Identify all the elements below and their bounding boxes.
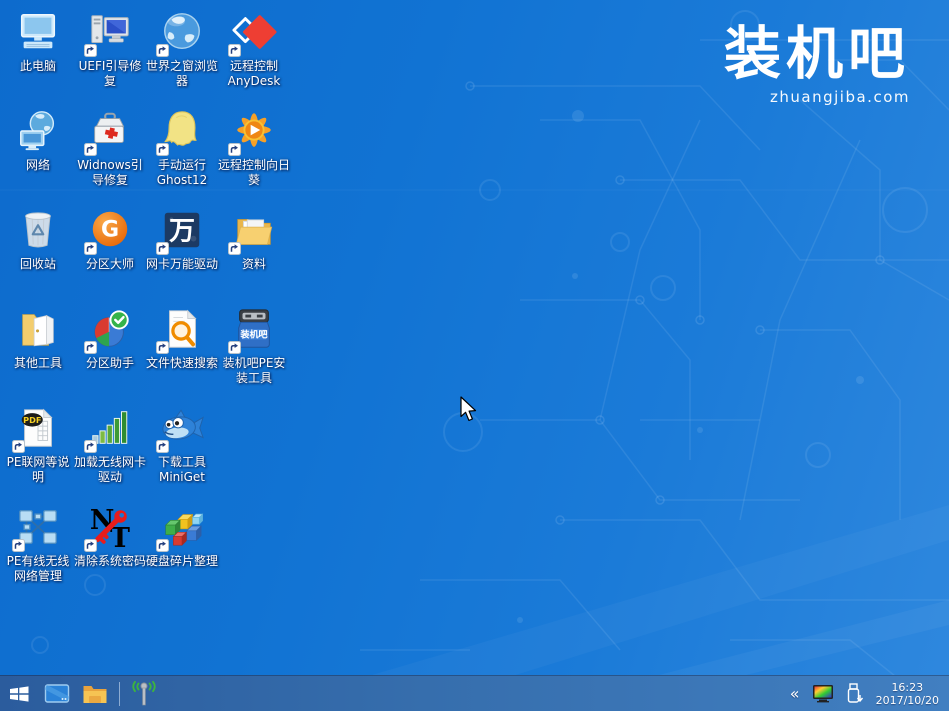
taskbar: « 16:23 2017/10/20	[0, 675, 949, 711]
other-tools-icon	[15, 306, 61, 352]
network-icon	[15, 108, 61, 154]
desktop-icon-zhuangjiba-pe-tool[interactable]: 装机吧 装机吧PE安装工具	[218, 303, 290, 402]
shortcut-arrow-icon	[156, 440, 169, 453]
desktop-icon-label: 手动运行Ghost12	[146, 158, 218, 188]
desktop-icon-label: UEFI引导修复	[74, 59, 146, 89]
desktop-icon-label: Widnows引导修复	[74, 158, 146, 188]
taskbar-clock[interactable]: 16:23 2017/10/20	[876, 681, 939, 707]
desktop-icon-label: 硬盘碎片整理	[146, 554, 218, 569]
svg-text:装机吧: 装机吧	[239, 329, 267, 341]
desktop-icon-network[interactable]: 网络	[2, 105, 74, 204]
shortcut-arrow-icon	[156, 539, 169, 552]
tray-overflow-chevron[interactable]: «	[790, 686, 800, 702]
clock-time: 16:23	[876, 681, 939, 694]
desktop-icon-wireless-nic-driver[interactable]: 加载无线网卡驱动	[74, 402, 146, 501]
folder-icon	[82, 683, 108, 705]
display-settings-icon[interactable]	[812, 684, 834, 703]
desktop-icon-label: 装机吧PE安装工具	[218, 356, 290, 386]
desktop-icon-label: 回收站	[20, 257, 56, 272]
desktop-icon-recycle-bin[interactable]: 回收站	[2, 204, 74, 303]
desktop-icon-world-window-browser[interactable]: 世界之窗浏览器	[146, 6, 218, 105]
file-explorer-button[interactable]	[76, 676, 114, 711]
svg-text:PDF: PDF	[23, 415, 41, 425]
antenna-signal-icon	[129, 681, 159, 707]
shortcut-arrow-icon	[84, 440, 97, 453]
desktop-icon-anydesk-remote[interactable]: 远程控制AnyDesk	[218, 6, 290, 105]
desktop-icon-miniget-downloader[interactable]: 下载工具MiniGet	[146, 402, 218, 501]
desktop-icon-label: 其他工具	[14, 356, 62, 371]
svg-text:G: G	[101, 218, 119, 243]
desktop-icon-label: 分区大师	[86, 257, 134, 272]
desktop-icon-label: 文件快速搜索	[146, 356, 218, 371]
shortcut-arrow-icon	[228, 341, 241, 354]
desktop-icon-other-tools[interactable]: 其他工具	[2, 303, 74, 402]
desktop-icon-label: 加载无线网卡驱动	[74, 455, 146, 485]
wireless-network-tool-button[interactable]	[125, 676, 163, 711]
clock-date: 2017/10/20	[876, 694, 939, 707]
shortcut-arrow-icon	[84, 341, 97, 354]
shortcut-arrow-icon	[228, 44, 241, 57]
taskbar-separator	[119, 682, 120, 706]
svg-text:万: 万	[169, 217, 195, 247]
shortcut-arrow-icon	[84, 44, 97, 57]
system-tray: « 16:23 2017/10/20	[790, 681, 949, 707]
shortcut-arrow-icon	[156, 143, 169, 156]
desktop-icon-label: 资料	[242, 257, 266, 272]
usb-eject-icon[interactable]	[846, 683, 864, 705]
desktop-icon-nic-universal-driver[interactable]: 万 网卡万能驱动	[146, 204, 218, 303]
desktop-icon-label: 网卡万能驱动	[146, 257, 218, 272]
brand-logo-domain: zhuangjiba.com	[724, 88, 910, 106]
desktop-icon-label: 世界之窗浏览器	[146, 59, 218, 89]
shortcut-arrow-icon	[228, 242, 241, 255]
desktop-icon-label: PE联网等说明	[2, 455, 74, 485]
desktop-icon-label: 清除系统密码	[74, 554, 146, 569]
shortcut-arrow-icon	[84, 143, 97, 156]
desktop-icon-pe-network-readme[interactable]: PDF PE联网等说明	[2, 402, 74, 501]
recycle-bin-icon	[15, 207, 61, 253]
windows-logo-icon	[7, 682, 31, 706]
desktop-icon-disk-defrag[interactable]: 硬盘碎片整理	[146, 501, 218, 600]
shortcut-arrow-icon	[84, 539, 97, 552]
desktop-icon-label: 远程控制向日葵	[218, 158, 290, 188]
desktop-icon-partition-master[interactable]: G 分区大师	[74, 204, 146, 303]
shortcut-arrow-icon	[156, 44, 169, 57]
desktop-icon-label: 分区助手	[86, 356, 134, 371]
mouse-cursor	[460, 396, 479, 423]
desktop-icon-uefi-boot-repair[interactable]: UEFI引导修复	[74, 6, 146, 105]
shortcut-arrow-icon	[12, 440, 25, 453]
shortcut-arrow-icon	[12, 539, 25, 552]
desktop-icon-partition-assistant[interactable]: 分区助手	[74, 303, 146, 402]
desktop-icon-file-quick-search[interactable]: 文件快速搜索	[146, 303, 218, 402]
show-desktop-button[interactable]	[38, 676, 76, 711]
desktop-icon-pe-network-manager[interactable]: PE有线无线网络管理	[2, 501, 74, 600]
desktop-icon-clear-system-password[interactable]: N T 清除系统密码	[74, 501, 146, 600]
desktop-icon-windows-boot-repair[interactable]: Widnows引导修复	[74, 105, 146, 204]
desktop-icon-label: 远程控制AnyDesk	[218, 59, 290, 89]
shortcut-arrow-icon	[156, 341, 169, 354]
desktop-icon-sunflower-remote[interactable]: 远程控制向日葵	[218, 105, 290, 204]
desktop-icon-label: 下载工具MiniGet	[146, 455, 218, 485]
desktop-icon-data-folder[interactable]: 资料	[218, 204, 290, 303]
shortcut-arrow-icon	[228, 143, 241, 156]
desktop-display-icon	[44, 683, 70, 705]
desktop-icon-grid: 此电脑 UEFI引导修复	[2, 6, 290, 600]
desktop-icon-label: 此电脑	[20, 59, 56, 74]
shortcut-arrow-icon	[84, 242, 97, 255]
desktop-icon-label: PE有线无线网络管理	[2, 554, 74, 584]
desktop-icon-ghost12[interactable]: 手动运行Ghost12	[146, 105, 218, 204]
brand-logo: 装机吧 zhuangjiba.com	[724, 24, 910, 106]
shortcut-arrow-icon	[156, 242, 169, 255]
this-pc-icon	[15, 9, 61, 55]
brand-logo-text: 装机吧	[724, 24, 910, 86]
start-button[interactable]	[0, 676, 38, 711]
desktop-icon-label: 网络	[26, 158, 50, 173]
desktop-icon-this-pc[interactable]: 此电脑	[2, 6, 74, 105]
